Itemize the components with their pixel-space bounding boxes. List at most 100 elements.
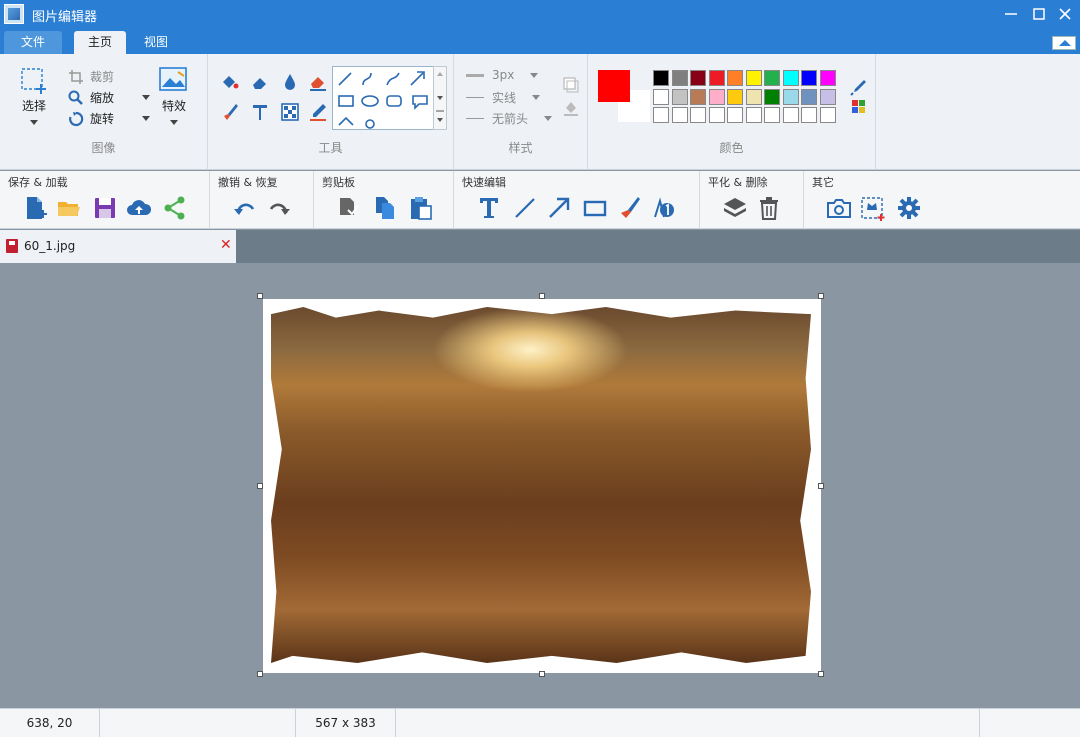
rotate-button[interactable]: 旋转: [68, 110, 151, 127]
color-swatch[interactable]: [727, 70, 743, 86]
color-picker-icon[interactable]: [850, 78, 868, 96]
color-swatch[interactable]: [801, 88, 817, 105]
cut-icon[interactable]: [336, 195, 362, 221]
color-swatch[interactable]: [671, 70, 688, 86]
shapes-scrollbar[interactable]: [433, 66, 447, 130]
color-swatch[interactable]: [782, 107, 799, 123]
save-icon[interactable]: [92, 195, 118, 221]
color-swatch[interactable]: [708, 107, 725, 123]
color-swatch[interactable]: [745, 107, 762, 123]
resize-handle-right[interactable]: [818, 483, 824, 489]
line-style-select[interactable]: 实线: [466, 89, 541, 106]
resize-handle-bottom-right[interactable]: [818, 671, 824, 677]
undo-icon[interactable]: [232, 195, 258, 221]
tab-view[interactable]: 视图: [130, 31, 182, 54]
screenshot-camera-icon[interactable]: [826, 195, 852, 221]
quick-numbering-icon[interactable]: [650, 195, 676, 221]
quick-rectangle-icon[interactable]: [582, 195, 608, 221]
resize-handle-bottom-left[interactable]: [257, 671, 263, 677]
color-swatch[interactable]: [745, 70, 762, 86]
quick-arrow-icon[interactable]: [546, 195, 572, 221]
image-frame[interactable]: [263, 299, 821, 673]
document-tab[interactable]: 60_1.jpg ✕: [0, 230, 236, 263]
color-swatch[interactable]: [819, 88, 836, 105]
color-swatch[interactable]: [764, 70, 780, 86]
color-swatch[interactable]: [819, 70, 836, 86]
text-icon[interactable]: [250, 102, 270, 122]
share-icon[interactable]: [162, 195, 188, 221]
watermark-icon[interactable]: [860, 195, 886, 221]
resize-handle-top-left[interactable]: [257, 293, 263, 299]
other-label: 其它: [812, 176, 834, 189]
resize-handle-bottom[interactable]: [539, 671, 545, 677]
color-swatch[interactable]: [671, 107, 688, 123]
eraser-icon[interactable]: [250, 72, 270, 92]
new-file-icon[interactable]: [22, 195, 48, 221]
zoom-button[interactable]: 缩放: [68, 89, 151, 106]
more-colors-icon[interactable]: [850, 98, 868, 116]
color-group-label: 颜色: [719, 141, 744, 155]
crop-button[interactable]: 裁剪: [68, 68, 114, 85]
quick-brush-icon[interactable]: [616, 195, 642, 221]
upload-cloud-icon[interactable]: [126, 195, 152, 221]
brush-icon[interactable]: [220, 102, 240, 122]
pencil-icon[interactable]: [308, 102, 328, 122]
select-label: 选择: [21, 99, 46, 113]
color-swatch[interactable]: [801, 70, 817, 86]
settings-gear-icon[interactable]: [896, 195, 922, 221]
color-swatch[interactable]: [671, 88, 688, 105]
tab-home[interactable]: 主页: [74, 31, 126, 54]
canvas-area[interactable]: [0, 263, 1080, 708]
color-swatch[interactable]: [653, 70, 669, 86]
collapse-ribbon-button[interactable]: [1052, 36, 1076, 50]
select-button[interactable]: 选择: [14, 66, 54, 146]
color-swatch[interactable]: [782, 70, 799, 86]
quick-line-icon[interactable]: [512, 195, 538, 221]
quick-text-icon[interactable]: [476, 195, 502, 221]
flatten-layers-icon[interactable]: [722, 195, 748, 221]
fill-style-icon[interactable]: [562, 98, 580, 116]
fill-bucket-icon[interactable]: [220, 72, 240, 92]
line-width-select[interactable]: 3px: [466, 68, 539, 82]
color-swatch[interactable]: [708, 88, 725, 105]
color-swatch[interactable]: [727, 107, 743, 123]
primary-color[interactable]: [598, 70, 630, 102]
style-group-label: 样式: [508, 141, 533, 155]
resize-handle-top-right[interactable]: [818, 293, 824, 299]
color-swatch[interactable]: [819, 107, 836, 123]
arrow-style-select[interactable]: 无箭头: [466, 110, 553, 127]
color-swatch[interactable]: [708, 70, 725, 86]
color-swatch[interactable]: [764, 107, 780, 123]
color-swatch[interactable]: [690, 88, 706, 105]
color-eraser-icon[interactable]: [308, 72, 328, 92]
color-swatch[interactable]: [745, 88, 762, 105]
shapes-gallery[interactable]: [332, 66, 434, 130]
color-swatch[interactable]: [801, 107, 817, 123]
color-swatch[interactable]: [690, 70, 706, 86]
open-folder-icon[interactable]: [56, 195, 82, 221]
shadow-icon[interactable]: [562, 76, 580, 94]
close-window-button[interactable]: [1050, 2, 1080, 26]
color-swatch[interactable]: [690, 107, 706, 123]
copy-icon[interactable]: [372, 195, 398, 221]
select-dropdown-icon: [30, 120, 38, 125]
delete-trash-icon[interactable]: [756, 195, 782, 221]
color-swatch[interactable]: [782, 88, 799, 105]
zoom-dropdown-icon[interactable]: [142, 95, 151, 100]
effects-button[interactable]: 特效: [154, 66, 194, 146]
tab-file[interactable]: 文件: [4, 31, 62, 54]
color-swatch[interactable]: [727, 88, 743, 105]
close-document-button[interactable]: ✕: [220, 237, 232, 253]
color-swatch[interactable]: [764, 88, 780, 105]
effects-dropdown-icon: [170, 120, 178, 125]
color-swatch[interactable]: [653, 88, 669, 105]
color-swatch[interactable]: [653, 107, 669, 123]
redo-icon[interactable]: [266, 195, 292, 221]
mosaic-icon[interactable]: [280, 102, 300, 122]
blur-drop-icon[interactable]: [280, 72, 300, 92]
resize-handle-top[interactable]: [539, 293, 545, 299]
minimize-button[interactable]: [996, 2, 1026, 26]
rotate-dropdown-icon[interactable]: [142, 116, 151, 121]
resize-handle-left[interactable]: [257, 483, 263, 489]
paste-icon[interactable]: [408, 195, 434, 221]
